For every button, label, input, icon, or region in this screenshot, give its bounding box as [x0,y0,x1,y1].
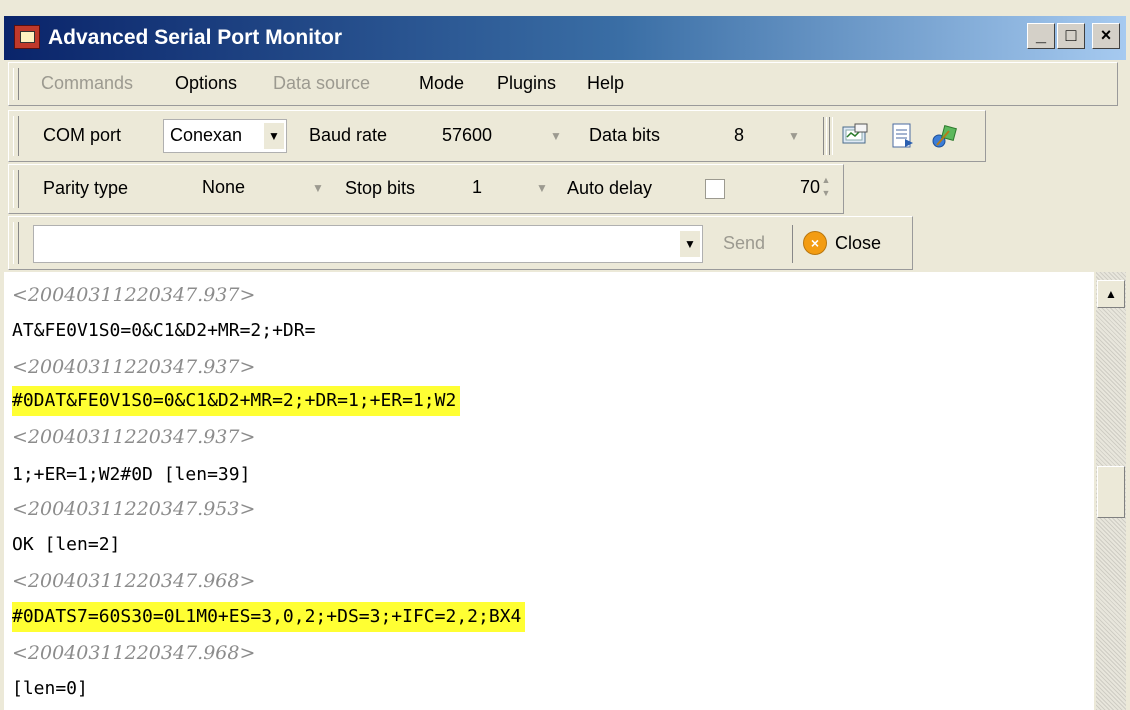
parity-type-select[interactable]: None ▼ [195,171,331,205]
app-icon [14,25,40,49]
chevron-down-icon[interactable]: ▼ [784,123,804,149]
log-timestamp: <20040311220347.937> [12,356,256,378]
spinner-arrows-icon[interactable]: ▲ ▼ [818,174,834,202]
com-port-label: COM port [43,125,122,145]
chevron-down-icon[interactable]: ▼ [308,175,328,201]
plugin-icon[interactable] [929,121,959,151]
log-highlighted-line: #0DATS7=60S30=0L1M0+ES=3,0,2;+DS=3;+IFC=… [12,602,526,632]
menu-help[interactable]: Help [587,73,624,94]
data-bits-label: Data bits [589,125,661,145]
toolbar-separator [823,117,827,155]
log-data-line: 1;+ER=1;W2#0D [len=39] [12,464,251,485]
toolbar-separator [829,117,833,155]
send-data-input[interactable]: ▼ [33,225,703,263]
log-timestamp: <20040311220347.937> [12,284,256,306]
log-data-line: [len=0] [12,678,88,699]
toolbar-grip[interactable] [13,222,19,264]
close-port-button[interactable]: × Close [799,225,909,263]
toolbar-grip[interactable] [13,116,19,156]
menu-plugins[interactable]: Plugins [497,73,556,94]
stop-bits-label: Stop bits [345,178,416,198]
monitor-icon[interactable] [841,121,871,151]
chevron-down-icon[interactable]: ▼ [264,123,284,149]
baud-rate-select[interactable]: 57600 ▼ [435,119,569,153]
minimize-button[interactable]: _ [1027,23,1055,49]
vertical-scrollbar[interactable]: ▲ [1096,272,1126,710]
stop-bits-select[interactable]: 1 ▼ [465,171,555,205]
menu-grip[interactable] [13,68,19,100]
maximize-button[interactable]: □ [1057,23,1085,49]
log-timestamp: <20040311220347.953> [12,498,256,520]
window-title: Advanced Serial Port Monitor [48,26,343,49]
log-data-line: OK [len=2] [12,534,121,555]
log-timestamp: <20040311220347.968> [12,642,256,664]
send-button-label: Send [723,233,766,253]
auto-delay-checkbox[interactable] [705,179,725,199]
auto-delay-spinner[interactable]: 70 ▲ ▼ [739,171,837,205]
menu-bar: Commands Options Data source Mode Plugin… [8,62,1118,106]
log-timestamp: <20040311220347.968> [12,570,256,592]
port-toolbar: COM port Conexan ▼ Baud rate 57600 ▼ Dat… [8,110,986,162]
document-icon[interactable] [887,121,917,151]
log-timestamp: <20040311220347.937> [12,426,256,448]
close-port-label: Close [835,233,882,253]
chevron-down-icon[interactable]: ▼ [546,123,566,149]
scrollbar-thumb[interactable] [1097,466,1125,518]
log-output[interactable]: <20040311220347.937> AT&FE0V1S0=0&C1&D2+… [4,272,1094,710]
auto-delay-label: Auto delay [567,178,653,198]
menu-data-source[interactable]: Data source [273,73,370,94]
menu-options[interactable]: Options [175,73,237,94]
parity-type-label: Parity type [43,178,129,198]
com-port-select[interactable]: Conexan ▼ [163,119,287,153]
menu-mode[interactable]: Mode [419,73,464,94]
send-toolbar: ▼ Send × Close [8,216,913,270]
chevron-down-icon[interactable]: ▼ [680,231,700,257]
baud-rate-label: Baud rate [309,125,388,145]
log-data-line: AT&FE0V1S0=0&C1&D2+MR=2;+DR= [12,320,316,341]
toolbar-grip[interactable] [13,170,19,208]
chevron-down-icon[interactable]: ▼ [532,175,552,201]
data-bits-select[interactable]: 8 ▼ [727,119,807,153]
menu-commands[interactable]: Commands [41,73,133,94]
line-settings-toolbar: Parity type None ▼ Stop bits 1 ▼ Auto de… [8,164,844,214]
title-bar: Advanced Serial Port Monitor _ □ × [4,16,1126,60]
close-window-button[interactable]: × [1092,23,1120,49]
close-circle-icon: × [803,231,827,255]
scroll-up-icon[interactable]: ▲ [1097,280,1125,308]
app-window: Advanced Serial Port Monitor _ □ × Comma… [0,0,1130,710]
send-button[interactable]: Send [709,225,793,263]
log-highlighted-line: #0DAT&FE0V1S0=0&C1&D2+MR=2;+DR=1;+ER=1;W… [12,386,461,416]
